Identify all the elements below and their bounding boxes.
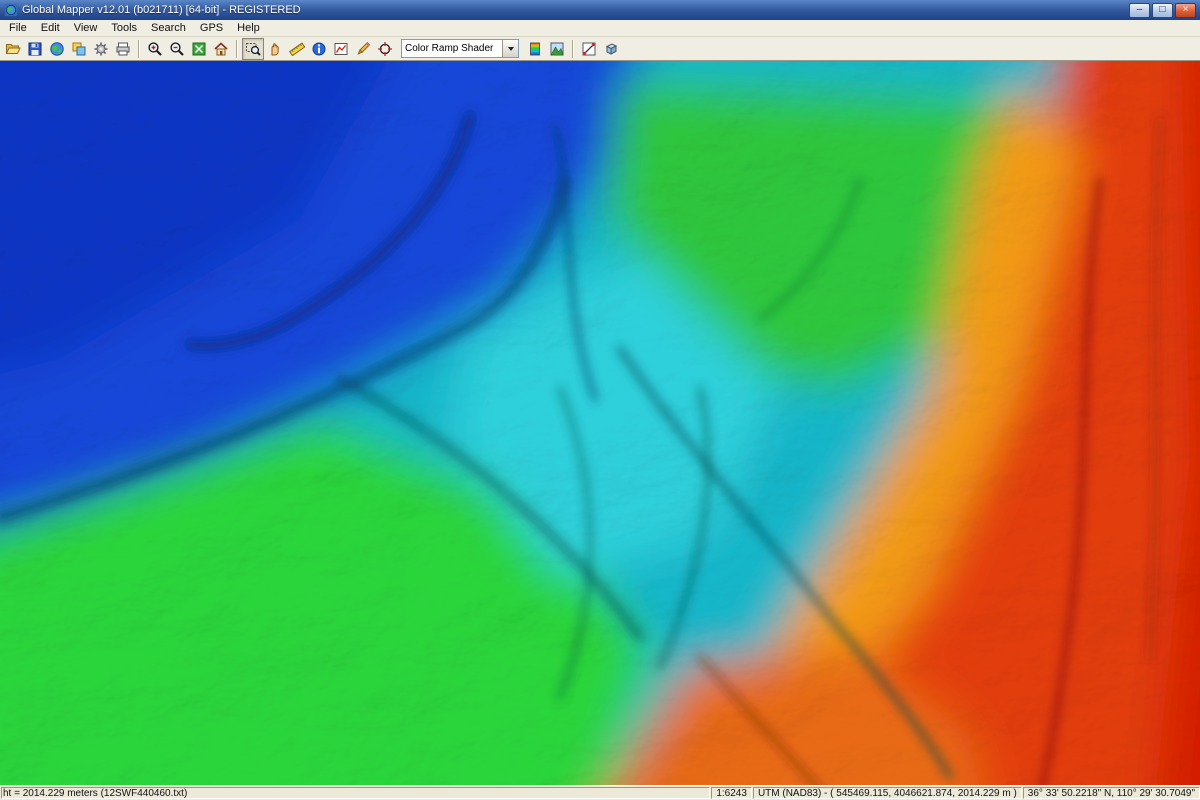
view-3d-button[interactable] [546,38,568,60]
gear-icon [93,41,109,57]
zoom-in-button[interactable] [144,38,166,60]
mountains-icon [549,41,565,57]
layers-icon [71,41,87,57]
shader-select-dropdown-button[interactable] [502,40,518,57]
shader-select[interactable]: Color Ramp Shader [401,39,519,58]
toolbar-separator [572,40,574,58]
shader-select-value: Color Ramp Shader [402,43,502,54]
zoom-out-icon [169,41,185,57]
cube-3d-icon [603,41,619,57]
title-bar: Global Mapper v12.01 (b021711) [64-bit] … [0,0,1200,20]
zoom-rect-icon [245,41,261,57]
status-position: 36° 33' 50.2218" N, 110° 29' 30.7049" [1023,787,1200,799]
fly-through-button[interactable] [600,38,622,60]
crosshair-icon [377,41,393,57]
online-data-button[interactable] [46,38,68,60]
print-button[interactable] [112,38,134,60]
open-data-button[interactable] [2,38,24,60]
hand-icon [267,41,283,57]
status-projection: UTM (NAD83) - ( 545469.115, 4046621.874,… [753,787,1022,799]
home-icon [213,41,229,57]
menu-gps[interactable]: GPS [193,21,230,35]
menu-edit[interactable]: Edit [34,21,67,35]
menu-tools[interactable]: Tools [104,21,144,35]
maximize-button[interactable]: □ [1152,3,1173,18]
chevron-down-icon [508,47,514,51]
terrain-hillshade-image [0,61,1200,785]
overlay-control-center-button[interactable] [68,38,90,60]
status-elevation: ht = 2014.229 meters (12SWF440460.txt) [1,787,710,799]
status-bar: ht = 2014.229 meters (12SWF440460.txt) 1… [0,785,1200,800]
profile-line-button[interactable] [578,38,600,60]
menu-bar: File Edit View Tools Search GPS Help [0,20,1200,37]
feature-info-button[interactable] [308,38,330,60]
save-icon [27,41,43,57]
status-scale: 1:6243 [711,787,752,799]
menu-view[interactable]: View [67,21,105,35]
toolbar-separator [236,40,238,58]
zoom-previous-button[interactable] [210,38,232,60]
printer-icon [115,41,131,57]
toolbar-separator [138,40,140,58]
menu-help[interactable]: Help [230,21,267,35]
minimize-button[interactable]: – [1129,3,1150,18]
zoom-out-button[interactable] [166,38,188,60]
zoom-tool-button[interactable] [242,38,264,60]
window-title: Global Mapper v12.01 (b021711) [64-bit] … [22,4,1125,16]
color-ramp-icon [527,41,543,57]
map-canvas[interactable] [0,61,1200,785]
pencil-icon [355,41,371,57]
app-window: Global Mapper v12.01 (b021711) [64-bit] … [0,0,1200,800]
save-workspace-button[interactable] [24,38,46,60]
line-endpoints-icon [581,41,597,57]
close-button[interactable]: × [1175,3,1196,18]
digitizer-button[interactable] [352,38,374,60]
shader-options-button[interactable] [524,38,546,60]
info-icon [311,41,327,57]
pan-button[interactable] [264,38,286,60]
configuration-button[interactable] [90,38,112,60]
ruler-icon [289,41,305,57]
full-view-button[interactable] [188,38,210,60]
toolbar: Color Ramp Shader [0,37,1200,61]
menu-search[interactable]: Search [144,21,193,35]
globe-icon [49,41,65,57]
chart-icon [333,41,349,57]
full-extent-icon [191,41,207,57]
app-icon [4,3,18,17]
menu-file[interactable]: File [2,21,34,35]
measure-button[interactable] [286,38,308,60]
path-profile-button[interactable] [330,38,352,60]
open-folder-icon [5,41,21,57]
zoom-in-icon [147,41,163,57]
coordinates-button[interactable] [374,38,396,60]
